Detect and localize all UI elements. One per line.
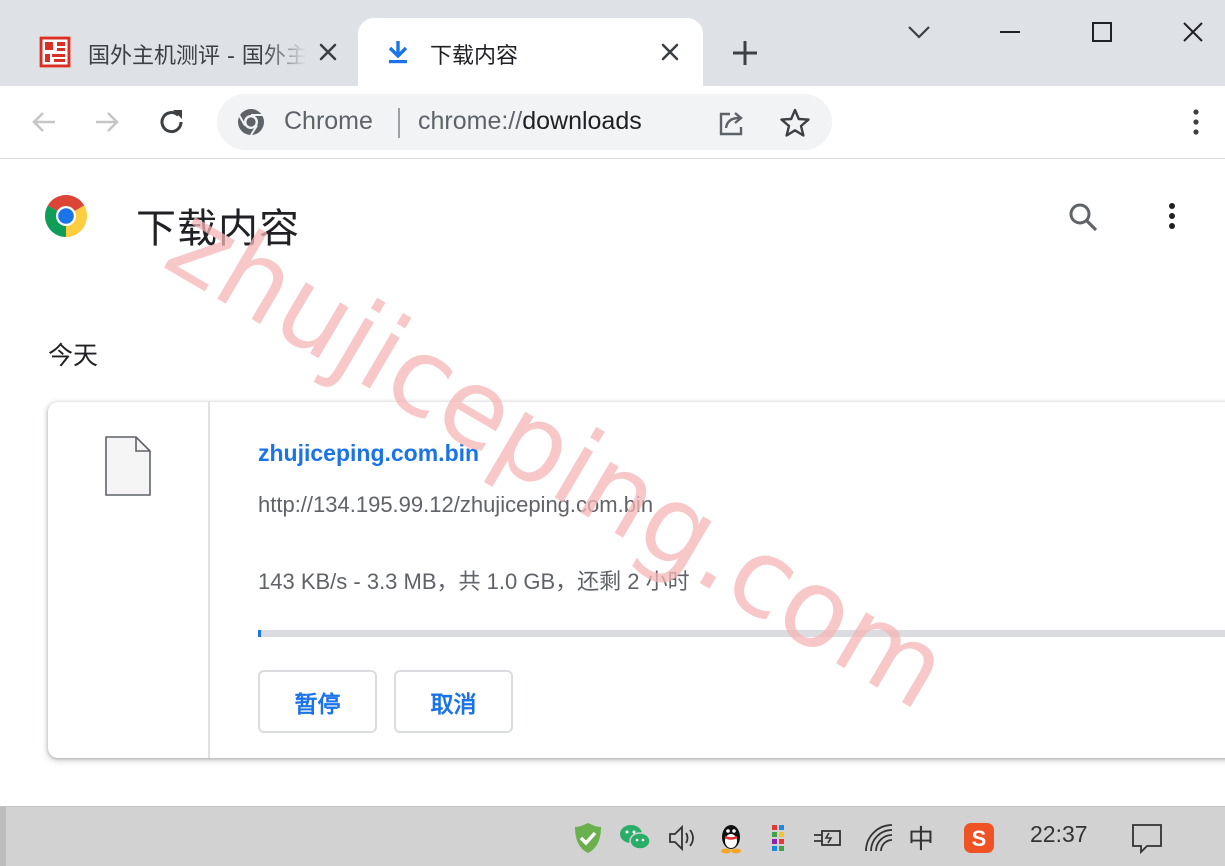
reload-icon[interactable] bbox=[156, 106, 188, 138]
close-icon[interactable] bbox=[316, 40, 340, 64]
tab-strip: 国外主机测评 - 国外主机测评 下载内容 bbox=[0, 0, 1225, 86]
tab-title: 下载内容 bbox=[430, 44, 519, 69]
chrome-logo-icon bbox=[238, 109, 264, 136]
browser-menu-kebab-icon[interactable] bbox=[1180, 106, 1212, 138]
wechat-icon[interactable] bbox=[618, 821, 652, 855]
downloads-page: 下载内容 今天 zhujiceping.com.bin http://134.1… bbox=[0, 160, 1225, 806]
clock[interactable]: 22:37 bbox=[1030, 821, 1088, 848]
tab-zhujiceping[interactable]: 国外主机测评 - 国外主机测评 bbox=[18, 18, 354, 86]
maximize-icon[interactable] bbox=[1086, 16, 1118, 48]
site-logo-icon bbox=[39, 36, 71, 68]
tab-downloads[interactable]: 下载内容 bbox=[358, 18, 703, 86]
chrome-color-logo-icon bbox=[44, 194, 88, 237]
forward-arrow-icon[interactable] bbox=[91, 106, 123, 138]
url-host: downloads bbox=[522, 107, 642, 135]
card-divider bbox=[208, 402, 210, 758]
page-menu-kebab-icon[interactable] bbox=[1156, 200, 1188, 234]
file-name-link[interactable]: zhujiceping.com.bin bbox=[258, 440, 479, 467]
power-plug-icon[interactable] bbox=[810, 821, 844, 855]
security-shield-check-icon[interactable] bbox=[571, 821, 605, 855]
cancel-button[interactable]: 取消 bbox=[394, 670, 513, 733]
bookmark-star-icon[interactable] bbox=[778, 106, 812, 140]
download-status-text: 143 KB/s - 3.3 MB，共 1.0 GB，还剩 2 小时 bbox=[258, 569, 690, 594]
date-section-header: 今天 bbox=[48, 341, 99, 370]
omnibox-divider bbox=[398, 108, 400, 138]
browser-toolbar: Chrome chrome://downloads bbox=[0, 86, 1225, 159]
url-scheme: chrome:// bbox=[418, 107, 523, 135]
qq-penguin-icon[interactable] bbox=[714, 821, 748, 855]
share-icon[interactable] bbox=[714, 106, 748, 140]
volume-icon[interactable] bbox=[666, 821, 700, 855]
minimize-icon[interactable] bbox=[994, 16, 1026, 48]
download-icon bbox=[388, 41, 408, 64]
notification-center-icon[interactable] bbox=[1130, 821, 1164, 855]
url-text[interactable]: chrome://downloads bbox=[418, 107, 642, 136]
tab-title: 国外主机测评 - 国外主机测评 bbox=[88, 44, 306, 69]
back-arrow-icon[interactable] bbox=[28, 106, 60, 138]
pause-button[interactable]: 暂停 bbox=[258, 670, 377, 733]
file-icon bbox=[105, 436, 151, 496]
source-url[interactable]: http://134.195.99.12/zhujiceping.com.bin bbox=[258, 492, 653, 518]
svg-text:S: S bbox=[972, 826, 987, 851]
download-item-card: zhujiceping.com.bin http://134.195.99.12… bbox=[48, 402, 1225, 758]
sogou-input-icon[interactable]: S bbox=[962, 821, 996, 855]
site-chip-label: Chrome bbox=[284, 107, 373, 135]
page-title: 下载内容 bbox=[136, 206, 300, 252]
search-icon[interactable] bbox=[1066, 200, 1100, 234]
window-close-icon[interactable] bbox=[1177, 16, 1209, 48]
color-app-icon[interactable] bbox=[762, 821, 796, 855]
download-progress-fill bbox=[258, 630, 261, 637]
new-tab-plus-icon[interactable] bbox=[730, 38, 760, 68]
address-bar[interactable]: Chrome chrome://downloads bbox=[217, 94, 832, 150]
download-progress-bar bbox=[258, 630, 1225, 637]
close-icon[interactable] bbox=[658, 40, 682, 64]
ime-indicator[interactable]: 中 bbox=[908, 819, 934, 856]
taskbar: 中 S 22:37 bbox=[0, 806, 1225, 866]
taskbar-edge bbox=[0, 807, 6, 866]
tab-search-chevron-down-icon[interactable] bbox=[903, 16, 935, 48]
wifi-icon[interactable] bbox=[862, 821, 896, 855]
